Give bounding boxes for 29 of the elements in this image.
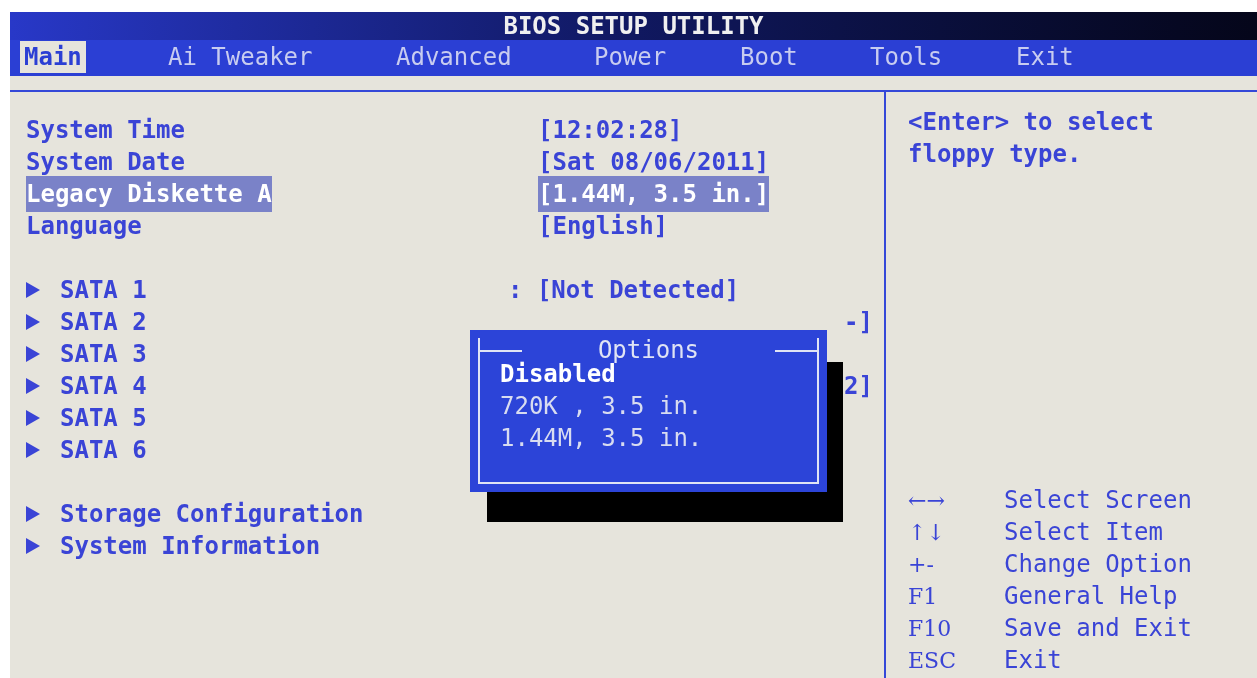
setting-label[interactable]: Legacy Diskette A — [26, 176, 272, 212]
menu-tab[interactable]: Exit — [1012, 41, 1078, 73]
help-text: <Enter> to select floppy type. — [908, 107, 1155, 170]
dialog-title: Options — [597, 336, 701, 364]
menu-tab[interactable]: Main — [20, 41, 86, 73]
setting-value[interactable]: : [Not Detected] — [508, 272, 740, 308]
key-action: Select Item — [1004, 517, 1163, 548]
window-title: BIOS SETUP UTILITY — [10, 12, 1257, 40]
menu-tab[interactable]: Tools — [866, 41, 947, 73]
setting-value[interactable]: [1.44M, 3.5 in.] — [538, 176, 770, 212]
setting-value: 2] — [844, 371, 873, 402]
key-label: F10 — [908, 614, 953, 643]
key-label: ESC — [908, 646, 957, 675]
key-action: Exit — [1004, 645, 1062, 676]
setting-value: -] — [844, 307, 873, 338]
key-action: Save and Exit — [1004, 613, 1192, 644]
menu-tab[interactable]: Power — [590, 41, 671, 73]
key-label: F1 — [908, 582, 939, 611]
menu-tab[interactable]: Boot — [736, 41, 802, 73]
key-label: ↑↓ — [908, 518, 946, 547]
key-action: Change Option — [1004, 549, 1192, 580]
menu-tab[interactable]: Ai Tweaker — [164, 41, 317, 73]
key-action: General Help — [1004, 581, 1178, 612]
key-label: ←→ — [908, 486, 946, 515]
key-action: Select Screen — [1004, 485, 1192, 516]
option-item[interactable]: 720K , 3.5 in. — [500, 390, 703, 422]
option-item[interactable]: 1.44M, 3.5 in. — [500, 422, 703, 454]
key-label: +- — [908, 550, 935, 579]
menu-tab[interactable]: Advanced — [392, 41, 516, 73]
